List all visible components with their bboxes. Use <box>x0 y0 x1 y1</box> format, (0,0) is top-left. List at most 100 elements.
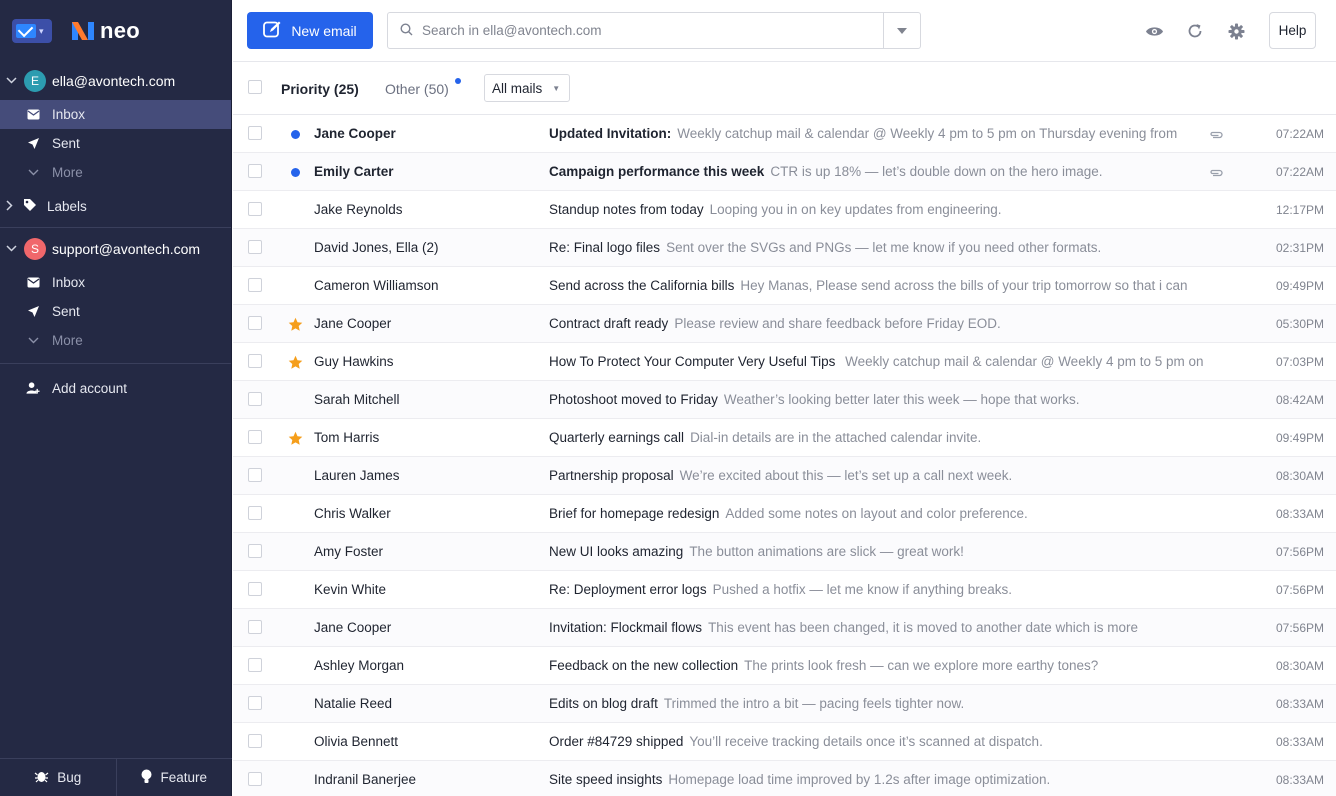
star-icon[interactable] <box>288 431 303 446</box>
email-subject: New UI looks amazing <box>549 544 684 559</box>
email-checkbox[interactable] <box>248 506 262 520</box>
help-button[interactable]: Help <box>1269 12 1316 49</box>
email-checkbox[interactable] <box>248 430 262 444</box>
bug-report-button[interactable]: Bug <box>0 759 116 796</box>
email-status <box>287 115 303 153</box>
email-row[interactable]: Natalie Reed Edits on blog draft Trimmed t… <box>233 685 1336 723</box>
email-checkbox[interactable] <box>248 202 262 216</box>
email-status <box>287 495 303 533</box>
email-row[interactable]: Lauren James Partnership proposal We’re ex… <box>233 457 1336 495</box>
bug-label: Bug <box>57 770 82 785</box>
sidebar-item-more[interactable]: More <box>0 158 231 187</box>
email-row[interactable]: Emily Carter Campaign performance this we… <box>233 153 1336 191</box>
account-ella[interactable]: E ella@avontech.com <box>0 62 231 100</box>
email-time: 07:56PM <box>1275 545 1324 559</box>
email-subject-line: Re: Deployment error logs Pushed a hotfix… <box>549 582 1206 597</box>
email-sender: Chris Walker <box>314 506 391 521</box>
unread-dot <box>290 129 300 139</box>
email-checkbox[interactable] <box>248 240 262 254</box>
email-checkbox[interactable] <box>248 772 262 786</box>
sidebar-item-inbox[interactable]: Inbox <box>0 100 231 129</box>
email-status <box>287 647 303 685</box>
email-preview: This event has been changed, it is moved… <box>708 620 1139 635</box>
search-input[interactable] <box>422 23 882 38</box>
email-row[interactable]: Jane Cooper Updated Invitation: Weekly cat… <box>233 115 1336 153</box>
add-account-button[interactable]: Add account <box>0 366 231 410</box>
email-checkbox[interactable] <box>248 278 262 292</box>
email-time: 02:31PM <box>1275 241 1324 255</box>
email-row[interactable]: Jane Cooper Contract draft ready Please re… <box>233 305 1336 343</box>
star-icon[interactable] <box>288 317 303 332</box>
email-time: 08:30AM <box>1275 659 1324 673</box>
preview-toggle-button[interactable] <box>1142 19 1166 43</box>
email-subject: Invitation: Flockmail flows <box>549 620 703 635</box>
email-subject: Send across the California bills <box>549 278 735 293</box>
email-subject-line: Re: Final logo files Sent over the SVGs a… <box>549 240 1206 255</box>
email-row[interactable]: Amy Foster New UI looks amazing The button… <box>233 533 1336 571</box>
email-time: 09:49PM <box>1275 431 1324 445</box>
email-row[interactable]: Cameron Williamson Send across the Califo… <box>233 267 1336 305</box>
sidebar-item-sent[interactable]: Sent <box>0 297 231 326</box>
feature-request-button[interactable]: Feature <box>115 759 233 796</box>
email-sender: Indranil Banerjee <box>314 772 417 787</box>
email-checkbox[interactable] <box>248 620 262 634</box>
email-sender: Olivia Bennett <box>314 734 399 749</box>
email-status <box>287 457 303 495</box>
gear-icon <box>1228 23 1244 39</box>
sidebar-item-inbox[interactable]: Inbox <box>0 268 231 297</box>
email-checkbox[interactable] <box>248 544 262 558</box>
sidebar-item-more[interactable]: More <box>0 326 231 355</box>
email-preview: Homepage load time improved by 1.2s afte… <box>668 772 1051 787</box>
email-row[interactable]: Ashley Morgan Feedback on the new collect… <box>233 647 1336 685</box>
email-subject-line: Updated Invitation: Weekly catchup mail &… <box>549 126 1206 141</box>
sidebar-item-sent[interactable]: Sent <box>0 129 231 158</box>
email-checkbox[interactable] <box>248 126 262 140</box>
email-status <box>287 419 303 457</box>
email-subject: Quarterly earnings call <box>549 430 685 445</box>
email-checkbox[interactable] <box>248 468 262 482</box>
email-row[interactable]: Tom Harris Quarterly earnings call Dial-in… <box>233 419 1336 457</box>
mail-filter-dropdown[interactable]: All mails ▼ <box>484 74 570 102</box>
email-status <box>287 685 303 723</box>
email-status <box>287 533 303 571</box>
email-row[interactable]: Chris Walker Brief for homepage redesign A… <box>233 495 1336 533</box>
sidebar-header: ▾ neo <box>0 0 231 62</box>
email-status <box>287 267 303 305</box>
email-checkbox[interactable] <box>248 734 262 748</box>
email-row[interactable]: Jake Reynolds Standup notes from today Loo… <box>233 191 1336 229</box>
email-row[interactable]: Indranil Banerjee Site speed insights Home… <box>233 761 1336 796</box>
email-time: 07:03PM <box>1275 355 1324 369</box>
email-checkbox[interactable] <box>248 582 262 596</box>
sidebar-item-labels[interactable]: Labels <box>0 187 231 225</box>
settings-button[interactable] <box>1224 19 1248 43</box>
neo-logo-icon <box>72 22 94 40</box>
divider <box>0 227 231 228</box>
email-row[interactable]: Olivia Bennett Order #84729 shipped You’ll… <box>233 723 1336 761</box>
new-email-button[interactable]: New email <box>247 12 373 49</box>
email-checkbox[interactable] <box>248 658 262 672</box>
account-support[interactable]: S support@avontech.com <box>0 230 231 268</box>
email-checkbox[interactable] <box>248 392 262 406</box>
email-checkbox[interactable] <box>248 354 262 368</box>
app-switcher-button[interactable]: ▾ <box>12 19 52 43</box>
email-subject: Partnership proposal <box>549 468 674 483</box>
email-row[interactable]: Sarah Mitchell Photoshoot moved to Friday… <box>233 381 1336 419</box>
email-row[interactable]: Kevin White Re: Deployment error logs Push… <box>233 571 1336 609</box>
email-sender: Ashley Morgan <box>314 658 405 673</box>
email-row[interactable]: Jane Cooper Invitation: Flockmail flows Th… <box>233 609 1336 647</box>
email-subject-line: Invitation: Flockmail flows This event ha… <box>549 620 1206 635</box>
email-row[interactable]: David Jones, Ella (2) Re: Final logo file… <box>233 229 1336 267</box>
tab-priority[interactable]: Priority (25) <box>281 62 359 115</box>
send-icon <box>26 137 40 150</box>
select-all-checkbox[interactable] <box>248 80 262 94</box>
tab-other[interactable]: Other (50) <box>385 62 461 115</box>
email-checkbox[interactable] <box>248 164 262 178</box>
search-options-dropdown[interactable] <box>883 13 920 48</box>
refresh-button[interactable] <box>1183 19 1207 43</box>
email-subject-line: Contract draft ready Please review and sh… <box>549 316 1206 331</box>
email-row[interactable]: Guy Hawkins How To Protect Your Computer … <box>233 343 1336 381</box>
star-icon[interactable] <box>288 355 303 370</box>
email-sender: David Jones, Ella (2) <box>314 240 439 255</box>
email-checkbox[interactable] <box>248 316 262 330</box>
email-checkbox[interactable] <box>248 696 262 710</box>
